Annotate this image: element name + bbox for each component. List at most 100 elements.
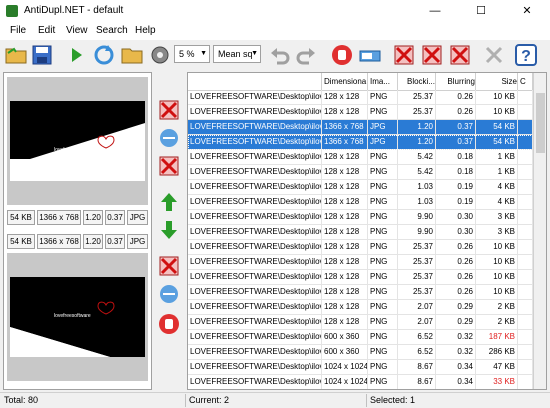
stop-hand-icon[interactable]: [330, 43, 354, 67]
arrow-up-icon[interactable]: [157, 190, 181, 214]
column-dimensions[interactable]: Dimensiona: [322, 73, 368, 90]
table-row[interactable]: LOVEFREESOFTWARE\Desktop\ilove... 128 x 1…: [188, 270, 533, 285]
gear-icon[interactable]: [148, 43, 172, 67]
threshold-value: 5 %: [179, 49, 195, 59]
cell-blockiness: 5.42: [398, 150, 436, 165]
cell-type: PNG: [368, 180, 398, 195]
rename-icon[interactable]: [358, 43, 382, 67]
cell-blurring: 0.32: [436, 345, 476, 360]
cell-path: LOVEFREESOFTWARE\Desktop\ilove...: [188, 270, 322, 285]
table-row[interactable]: LOVEFREESOFTWARE\Desktop\ilove... 128 x 1…: [188, 210, 533, 225]
rename-second-icon[interactable]: [157, 282, 181, 306]
table-row[interactable]: LOVEFREESOFTWARE\Desktop\ilove... 128 x 1…: [188, 300, 533, 315]
cell-path: LOVEFREESOFTWARE\Desktop\ilove...: [188, 150, 322, 165]
cell-blurring: 0.18: [436, 165, 476, 180]
chevron-down-icon: ▼: [251, 50, 258, 57]
play-icon[interactable]: [64, 43, 88, 67]
redo-icon[interactable]: [294, 43, 318, 67]
delete-first-icon[interactable]: [420, 43, 444, 67]
table-row[interactable]: LOVEFREESOFTWARE\Desktop\ilove... 1366 x …: [188, 135, 533, 150]
table-row[interactable]: LOVEFREESOFTWARE\Desktop\ilove... 1366 x …: [188, 120, 533, 135]
menu-search[interactable]: Search: [96, 25, 128, 36]
preview-top-info: 54 KB 1366 x 768 1.20 0.37 JPG: [7, 209, 148, 227]
table-row[interactable]: LOVEFREESOFTWARE\Desktop\ilove... 128 x 1…: [188, 240, 533, 255]
cell-extra: [518, 225, 533, 240]
column-blurring[interactable]: Blurring: [436, 73, 476, 90]
table-row[interactable]: LOVEFREESOFTWARE\Desktop\ilove... 128 x 1…: [188, 285, 533, 300]
cell-blurring: 0.26: [436, 105, 476, 120]
column-c[interactable]: C: [518, 73, 533, 90]
table-row[interactable]: LOVEFREESOFTWARE\Desktop\ilove... 1024 x …: [188, 360, 533, 375]
cell-extra: [518, 180, 533, 195]
preview-top: lovefreesoftware: [7, 77, 148, 205]
menu-file[interactable]: File: [10, 25, 26, 36]
cell-dimensions: 128 x 128: [322, 150, 368, 165]
delete-second-icon[interactable]: [448, 43, 472, 67]
help-icon[interactable]: ?: [514, 43, 538, 67]
refresh-icon[interactable]: [92, 43, 116, 67]
cell-blockiness: 2.07: [398, 315, 436, 330]
table-row[interactable]: LOVEFREESOFTWARE\Desktop\ilove... 128 x 1…: [188, 225, 533, 240]
table-row[interactable]: LOVEFREESOFTWARE\Desktop\ilove... 128 x 1…: [188, 90, 533, 105]
save-icon[interactable]: [30, 43, 54, 67]
compare-mode-select[interactable]: Mean sq ▼: [213, 45, 261, 63]
cell-extra: [518, 300, 533, 315]
cell-extra: [518, 135, 533, 150]
cell-path: LOVEFREESOFTWARE\Desktop\ilove...: [188, 210, 322, 225]
close-button[interactable]: ✕: [504, 0, 550, 22]
delete-first-icon[interactable]: [157, 98, 181, 122]
info-size: 54 KB: [7, 210, 35, 225]
column-blockiness[interactable]: Blocki...: [398, 73, 436, 90]
undo-icon[interactable]: [268, 43, 292, 67]
cell-dimensions: 128 x 128: [322, 315, 368, 330]
column-image-type[interactable]: Ima...: [368, 73, 398, 90]
info-blur: 0.37: [105, 234, 125, 249]
menu-view[interactable]: View: [66, 25, 88, 36]
table-row[interactable]: LOVEFREESOFTWARE\Desktop\ilove... 1024 x …: [188, 375, 533, 389]
table-row[interactable]: LOVEFREESOFTWARE\Desktop\ilove... 128 x 1…: [188, 165, 533, 180]
info-blocky: 1.20: [83, 234, 103, 249]
menu-edit[interactable]: Edit: [38, 25, 55, 36]
table-row[interactable]: LOVEFREESOFTWARE\Desktop\ilove... 600 x 3…: [188, 330, 533, 345]
threshold-select[interactable]: 5 % ▼: [174, 45, 210, 63]
cell-path: LOVEFREESOFTWARE\Desktop\ilove...: [188, 90, 322, 105]
cell-blurring: 0.19: [436, 180, 476, 195]
open-folder-icon[interactable]: [4, 43, 28, 67]
cell-extra: [518, 255, 533, 270]
table-row[interactable]: LOVEFREESOFTWARE\Desktop\ilove... 128 x 1…: [188, 315, 533, 330]
menu-help[interactable]: Help: [135, 25, 156, 36]
minimize-button[interactable]: —: [412, 0, 458, 22]
preview-image-bottom: lovefreesoftware: [10, 277, 145, 357]
cell-type: PNG: [368, 105, 398, 120]
table-row[interactable]: LOVEFREESOFTWARE\Desktop\ilove... 128 x 1…: [188, 195, 533, 210]
delete-both-icon[interactable]: [157, 154, 181, 178]
table-row[interactable]: LOVEFREESOFTWARE\Desktop\ilove... 128 x 1…: [188, 180, 533, 195]
vertical-scrollbar[interactable]: [533, 73, 546, 389]
table-row[interactable]: LOVEFREESOFTWARE\Desktop\ilove... 128 x 1…: [188, 255, 533, 270]
table-row[interactable]: LOVEFREESOFTWARE\Desktop\ilove... 128 x 1…: [188, 105, 533, 120]
cell-path: LOVEFREESOFTWARE\Desktop\ilove...: [188, 255, 322, 270]
stop-hand-icon[interactable]: [157, 312, 181, 336]
rename-first-icon[interactable]: [157, 126, 181, 150]
mistake-icon[interactable]: [482, 43, 506, 67]
delete-second-icon[interactable]: [157, 254, 181, 278]
preview-bottom: lovefreesoftware: [7, 253, 148, 381]
cell-size: 286 KB: [476, 345, 518, 360]
cell-dimensions: 128 x 128: [322, 225, 368, 240]
cell-path: LOVEFREESOFTWARE\Desktop\ilove...: [188, 120, 322, 135]
info-blur: 0.37: [105, 210, 125, 225]
cell-blockiness: 25.37: [398, 285, 436, 300]
folder-icon[interactable]: [120, 43, 144, 67]
cell-type: PNG: [368, 225, 398, 240]
cell-dimensions: 128 x 128: [322, 90, 368, 105]
scrollbar-thumb[interactable]: [536, 93, 545, 153]
column-path[interactable]: [188, 73, 322, 90]
arrow-down-icon[interactable]: [157, 218, 181, 242]
maximize-button[interactable]: ☐: [458, 0, 504, 22]
table-row[interactable]: LOVEFREESOFTWARE\Desktop\ilove... 128 x 1…: [188, 150, 533, 165]
delete-both-icon[interactable]: [392, 43, 416, 67]
table-row[interactable]: LOVEFREESOFTWARE\Desktop\ilove... 600 x 3…: [188, 345, 533, 360]
cell-dimensions: 1366 x 768: [322, 120, 368, 135]
cell-dimensions: 1024 x 1024: [322, 360, 368, 375]
column-size[interactable]: Size: [476, 73, 518, 90]
